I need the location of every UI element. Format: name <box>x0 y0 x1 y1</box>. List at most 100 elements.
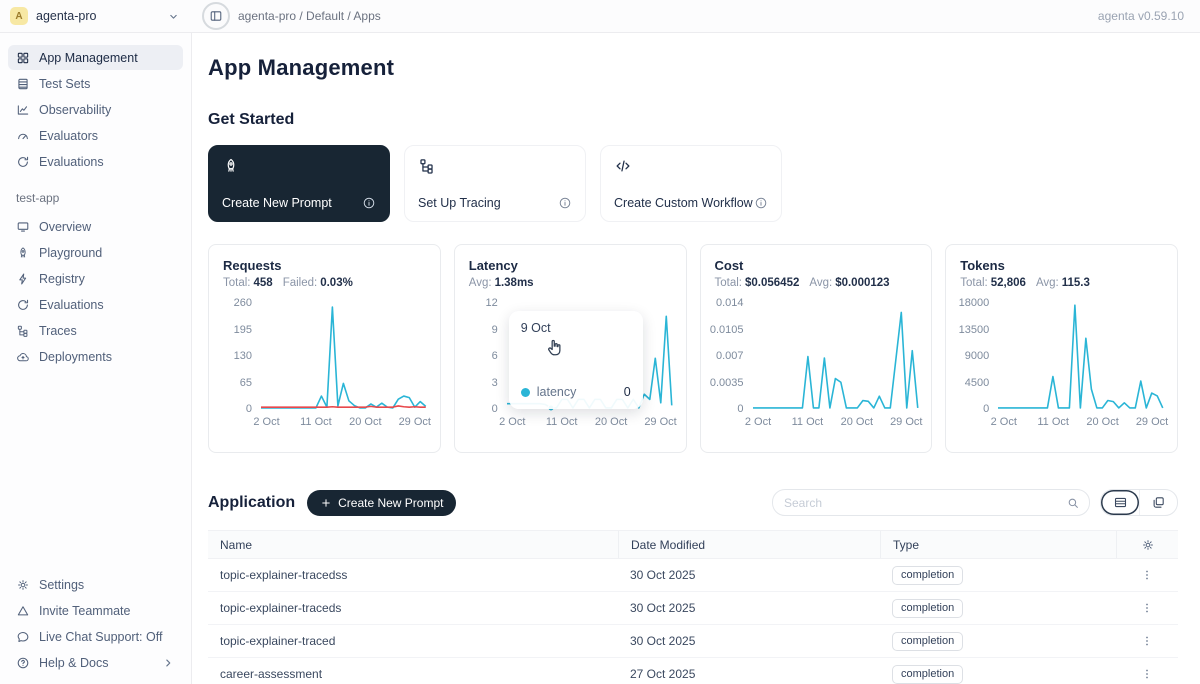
invite-icon <box>16 604 30 618</box>
sidebar-item-test-sets[interactable]: Test Sets <box>8 71 183 96</box>
y-axis: 260195130650 <box>223 303 261 409</box>
search-input[interactable] <box>784 496 1066 510</box>
table-view-button[interactable] <box>1101 490 1139 515</box>
rocket-icon <box>222 157 240 175</box>
monitor-icon <box>16 220 30 234</box>
chart-tooltip: 9 Oct latency 0 <box>509 311 643 409</box>
chart-title: Cost <box>715 258 918 273</box>
workspace-name: agenta-pro <box>36 9 96 23</box>
chart-plot: 9 Oct latency 0 <box>507 303 672 409</box>
chat-icon <box>16 630 30 644</box>
table-row[interactable]: topic-explainer-tracedss 30 Oct 2025 com… <box>208 559 1178 592</box>
card-view-button[interactable] <box>1139 490 1177 515</box>
help-icon <box>16 656 30 670</box>
row-actions-button[interactable] <box>1138 665 1156 683</box>
chevron-right-icon <box>161 656 175 670</box>
chart-card-tokens: Tokens Total:52,806Avg:115.3 18000135009… <box>945 244 1178 453</box>
table-row[interactable]: topic-explainer-traced 30 Oct 2025 compl… <box>208 625 1178 658</box>
info-icon <box>754 196 768 210</box>
y-axis: 0.0140.01050.0070.00350 <box>715 303 753 409</box>
project-item-overview[interactable]: Overview <box>8 214 183 239</box>
row-date-modified: 27 Oct 2025 <box>618 667 880 681</box>
chart-title: Requests <box>223 258 426 273</box>
get-started-card-create-new-prompt[interactable]: Create New Prompt <box>208 145 390 222</box>
x-axis: 2 Oct11 Oct20 Oct29 Oct <box>998 416 1163 432</box>
chevron-down-icon <box>167 10 180 23</box>
row-name: topic-explainer-traceds <box>208 601 618 615</box>
table-view-icon <box>1113 495 1128 510</box>
sidebar-item-evaluators[interactable]: Evaluators <box>8 123 183 148</box>
application-title: Application <box>208 494 295 512</box>
info-icon <box>558 196 572 210</box>
cloud-icon <box>16 350 30 364</box>
search-icon[interactable] <box>1066 496 1080 510</box>
footer-item-settings[interactable]: Settings <box>8 572 183 597</box>
type-badge: completion <box>892 665 963 684</box>
footer-item-help-docs[interactable]: Help & Docs <box>8 650 183 675</box>
footer-item-live-chat-support-off[interactable]: Live Chat Support: Off <box>8 624 183 649</box>
table-row[interactable]: topic-explainer-traceds 30 Oct 2025 comp… <box>208 592 1178 625</box>
column-header-type[interactable]: Type <box>880 531 1116 558</box>
project-label: test-app <box>16 191 175 205</box>
type-badge: completion <box>892 632 963 651</box>
project-item-deployments[interactable]: Deployments <box>8 344 183 369</box>
project-item-traces[interactable]: Traces <box>8 318 183 343</box>
row-actions-button[interactable] <box>1138 599 1156 617</box>
get-started-card-set-up-tracing[interactable]: Set Up Tracing <box>404 145 586 222</box>
search-box <box>772 489 1090 516</box>
get-started-card-create-custom-workflow[interactable]: Create Custom Workflow <box>600 145 782 222</box>
page-title: App Management <box>208 55 1178 81</box>
gear-icon <box>1141 538 1155 552</box>
tree-icon <box>16 324 30 338</box>
project-item-registry[interactable]: Registry <box>8 266 183 291</box>
breadcrumb: agenta-pro / Default / Apps <box>238 9 381 23</box>
sidebar-item-app-management[interactable]: App Management <box>8 45 183 70</box>
table-settings-button[interactable] <box>1139 536 1157 554</box>
get-started-title: Get Started <box>208 111 1178 129</box>
chart-card-cost: Cost Total:$0.056452Avg:$0.000123 0.0140… <box>700 244 933 453</box>
create-new-prompt-button[interactable]: Create New Prompt <box>307 490 456 516</box>
row-actions-button[interactable] <box>1138 566 1156 584</box>
row-name: topic-explainer-tracedss <box>208 568 618 582</box>
tooltip-value: 0 <box>624 385 631 399</box>
tooltip-series-label: latency <box>537 385 577 399</box>
chart-card-latency: Latency Avg:1.38ms 129630 9 Oct latency … <box>454 244 687 453</box>
x-axis: 2 Oct11 Oct20 Oct29 Oct <box>261 416 426 432</box>
column-header-name[interactable]: Name <box>208 531 618 558</box>
table-row[interactable]: career-assessment 27 Oct 2025 completion <box>208 658 1178 684</box>
row-date-modified: 30 Oct 2025 <box>618 568 880 582</box>
legend-dot <box>521 388 530 397</box>
panel-left-icon <box>209 9 223 23</box>
tree-icon <box>418 157 436 175</box>
card-label: Create New Prompt <box>222 196 332 210</box>
top-bar: A agenta-pro agenta-pro / Default / Apps… <box>0 0 1200 33</box>
chart-stats: Total:52,806Avg:115.3 <box>960 277 1163 289</box>
row-name: career-assessment <box>208 667 618 681</box>
workspace-selector[interactable]: A agenta-pro <box>0 7 192 25</box>
footer-item-invite-teammate[interactable]: Invite Teammate <box>8 598 183 623</box>
redo-icon <box>16 298 30 312</box>
dots-vertical-icon <box>1140 601 1154 615</box>
column-header-date-modified[interactable]: Date Modified <box>618 531 880 558</box>
chart-card-requests: Requests Total:458Failed:0.03% 260195130… <box>208 244 441 453</box>
bolt-icon <box>16 272 30 286</box>
x-axis: 2 Oct11 Oct20 Oct29 Oct <box>507 416 672 432</box>
row-actions-button[interactable] <box>1138 632 1156 650</box>
workspace-avatar: A <box>10 7 28 25</box>
sidebar-toggle-button[interactable] <box>202 2 230 30</box>
sidebar-item-evaluations[interactable]: Evaluations <box>8 149 183 174</box>
row-name: topic-explainer-traced <box>208 634 618 648</box>
type-badge: completion <box>892 599 963 618</box>
x-axis: 2 Oct11 Oct20 Oct29 Oct <box>753 416 918 432</box>
project-item-playground[interactable]: Playground <box>8 240 183 265</box>
plus-icon <box>320 497 332 509</box>
project-item-evaluations[interactable]: Evaluations <box>8 292 183 317</box>
sidebar-item-observability[interactable]: Observability <box>8 97 183 122</box>
table-icon <box>16 77 30 91</box>
tooltip-date: 9 Oct <box>521 321 631 335</box>
chart-title: Tokens <box>960 258 1163 273</box>
app-version: agenta v0.59.10 <box>1098 9 1200 23</box>
main-content: App Management Get Started Create New Pr… <box>192 33 1200 684</box>
card-label: Set Up Tracing <box>418 196 501 210</box>
mouse-cursor-icon <box>543 337 565 359</box>
